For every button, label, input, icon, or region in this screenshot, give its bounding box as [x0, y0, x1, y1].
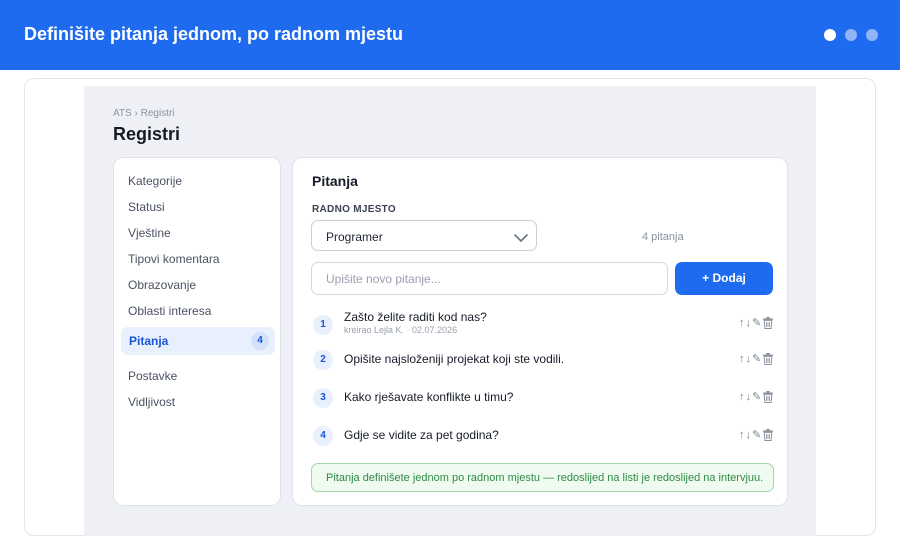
trash-icon[interactable]	[762, 317, 774, 329]
pencil-icon[interactable]: ✎	[752, 353, 761, 365]
breadcrumb[interactable]: ATS › Registri	[113, 108, 175, 119]
select-value: Programer	[326, 230, 383, 244]
question-number: 2	[313, 350, 333, 370]
question-actions: ↑ ↓ ✎	[739, 317, 774, 329]
info-note: Pitanja definišete jednom po radnom mjes…	[311, 463, 774, 492]
question-row: 1 Zašto želite raditi kod nas? kreirao L…	[313, 308, 785, 338]
sidebar-item-oblasti-interesa[interactable]: Oblasti interesa	[128, 304, 211, 318]
question-row: 2 Opišite najsloženiji projekat koji ste…	[313, 348, 785, 378]
sidebar-item-vjestine[interactable]: Vještine	[128, 226, 171, 240]
job-position-select[interactable]: Programer	[311, 220, 537, 251]
arrow-up-icon[interactable]: ↑	[739, 353, 745, 365]
count-badge: 4	[251, 332, 269, 350]
question-text: Opišite najsloženiji projekat koji ste v…	[344, 352, 565, 366]
add-question-button[interactable]: + Dodaj	[675, 262, 773, 295]
sidebar-item-kategorije[interactable]: Kategorije	[128, 174, 182, 188]
info-note-text: Pitanja definišete jednom po radnom mjes…	[326, 472, 764, 484]
top-banner: Definišite pitanja jednom, po radnom mje…	[0, 0, 900, 70]
sidebar-item-obrazovanje[interactable]: Obrazovanje	[128, 278, 196, 292]
question-row: 3 Kako rješavate konflikte u timu? ↑ ↓ ✎	[313, 386, 785, 416]
question-number: 1	[313, 315, 333, 335]
sidebar-item-postavke[interactable]: Postavke	[128, 369, 177, 383]
carousel-dot-3[interactable]	[866, 29, 878, 41]
sidebar-item-pitanja[interactable]: Pitanja 4	[121, 327, 275, 355]
arrow-down-icon[interactable]: ↓	[746, 391, 752, 403]
question-count: 4 pitanja	[642, 231, 684, 243]
sidebar-item-label: Pitanja	[129, 334, 169, 348]
arrow-up-icon[interactable]: ↑	[739, 391, 745, 403]
job-position-label: RADNO MJESTO	[312, 204, 396, 215]
question-text: Zašto želite raditi kod nas?	[344, 310, 487, 324]
question-actions: ↑ ↓ ✎	[739, 391, 774, 403]
arrow-up-icon[interactable]: ↑	[739, 429, 745, 441]
trash-icon[interactable]	[762, 391, 774, 403]
question-number: 3	[313, 388, 333, 408]
arrow-up-icon[interactable]: ↑	[739, 317, 745, 329]
trash-icon[interactable]	[762, 353, 774, 365]
sidebar-item-statusi[interactable]: Statusi	[128, 200, 165, 214]
arrow-down-icon[interactable]: ↓	[746, 317, 752, 329]
banner-title: Definišite pitanja jednom, po radnom mje…	[24, 24, 404, 44]
question-actions: ↑ ↓ ✎	[739, 353, 774, 365]
sidebar-item-vidljivost[interactable]: Vidljivost	[128, 395, 175, 409]
sidebar: Kategorije Statusi Vještine Tipovi komen…	[113, 157, 281, 506]
question-number: 4	[313, 426, 333, 446]
arrow-down-icon[interactable]: ↓	[746, 429, 752, 441]
new-question-input[interactable]	[311, 262, 668, 295]
chevron-down-icon	[514, 230, 528, 248]
question-meta: kreirao Lejla K. · 02.07.2026	[344, 325, 458, 335]
arrow-down-icon[interactable]: ↓	[746, 353, 752, 365]
carousel-dot-2[interactable]	[845, 29, 857, 41]
panel-title: Pitanja	[312, 173, 358, 189]
sidebar-item-tipovi-komentara[interactable]: Tipovi komentara	[128, 252, 220, 266]
carousel-dot-1[interactable]	[824, 29, 836, 41]
pencil-icon[interactable]: ✎	[752, 391, 761, 403]
pencil-icon[interactable]: ✎	[752, 317, 761, 329]
question-row: 4 Gdje se vidite za pet godina? ↑ ↓ ✎	[313, 424, 785, 454]
page-title: Registri	[113, 124, 181, 144]
trash-icon[interactable]	[762, 429, 774, 441]
questions-panel: Pitanja RADNO MJESTO Programer 4 pitanja…	[292, 157, 788, 506]
question-text: Gdje se vidite za pet godina?	[344, 428, 499, 442]
app-window: ATS › Registri Registri Kategorije Statu…	[84, 86, 816, 536]
pencil-icon[interactable]: ✎	[752, 429, 761, 441]
question-actions: ↑ ↓ ✎	[739, 429, 774, 441]
carousel-dots	[824, 29, 878, 41]
question-text: Kako rješavate konflikte u timu?	[344, 390, 514, 404]
